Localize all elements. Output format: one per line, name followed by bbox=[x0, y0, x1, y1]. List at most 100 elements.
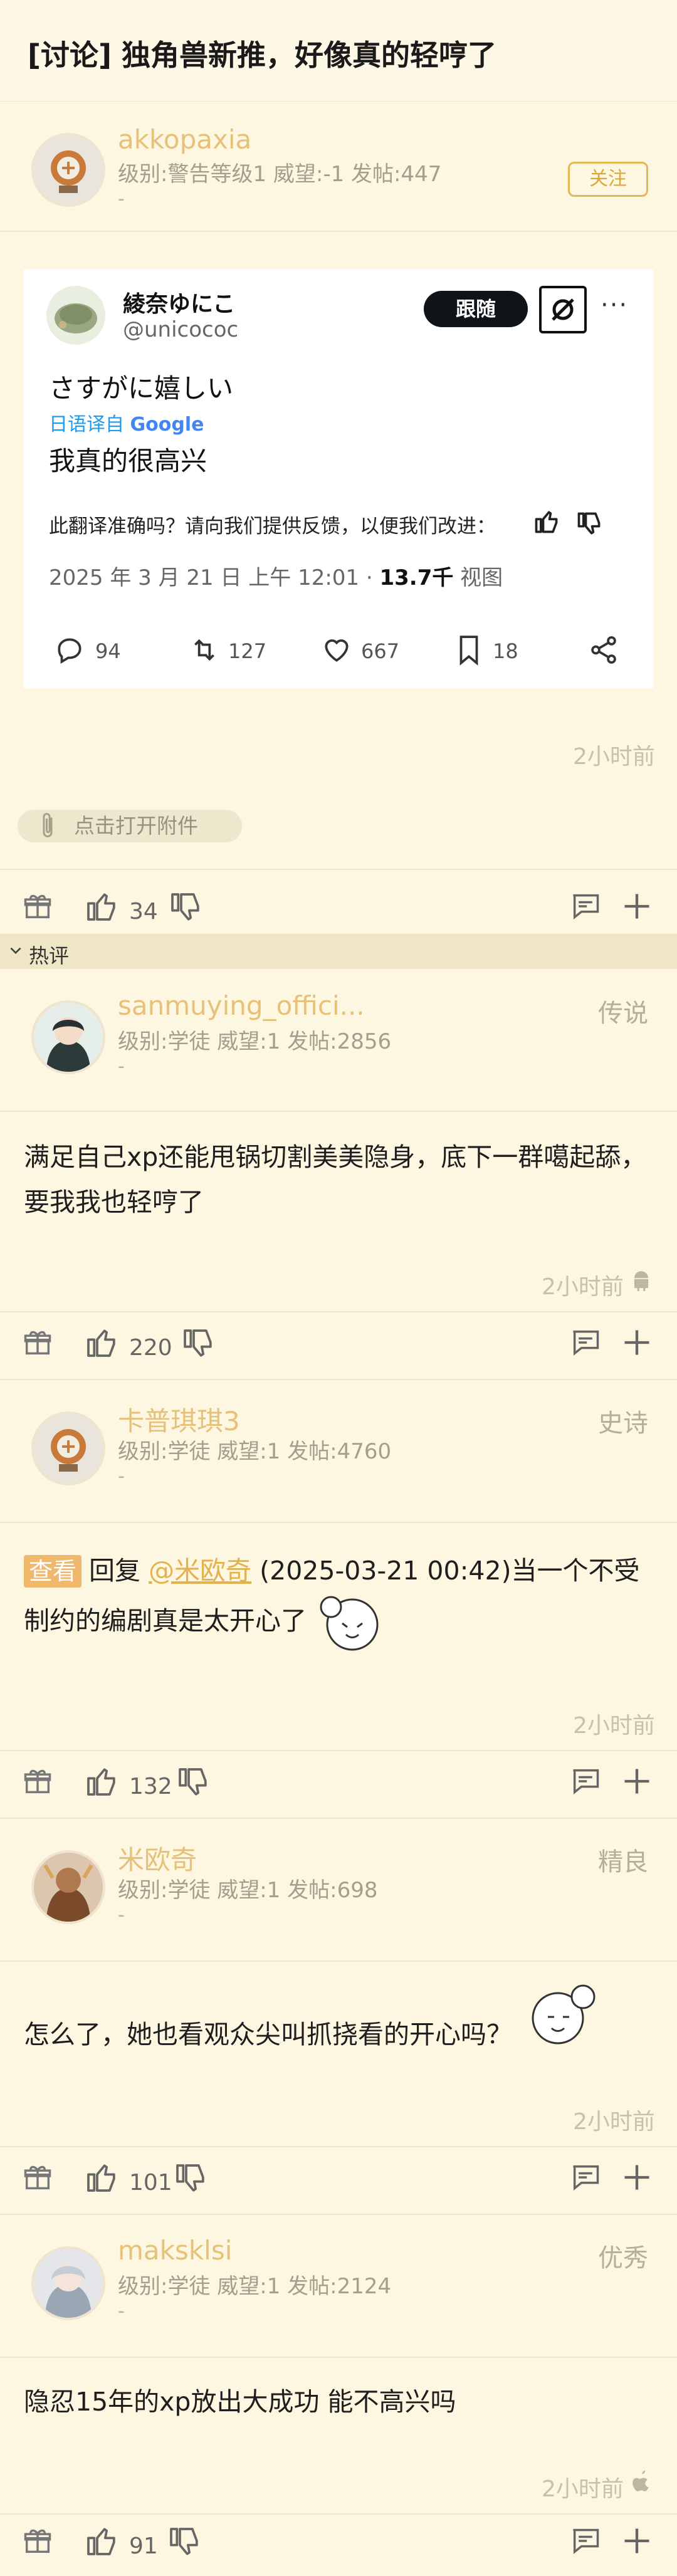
comment-icon[interactable] bbox=[569, 1326, 604, 1361]
gift-icon[interactable] bbox=[21, 2161, 56, 2196]
dislike-icon[interactable] bbox=[176, 1765, 211, 1800]
rank-badge: 传说 bbox=[598, 999, 648, 1028]
tweet-date: 2025 年 3 月 21 日 上午 12:01 · bbox=[49, 565, 380, 590]
page-title: [讨论] 独角兽新推，好像真的轻哼了 bbox=[28, 38, 497, 72]
dislike-icon[interactable] bbox=[181, 1326, 216, 1361]
grok-icon[interactable] bbox=[539, 286, 587, 333]
comment-icon[interactable] bbox=[569, 890, 604, 925]
thumbs-up-icon[interactable] bbox=[533, 508, 560, 538]
like-icon[interactable] bbox=[84, 889, 119, 924]
user-meta: 级别:警告等级1 威望:-1 发帖:447 bbox=[118, 162, 442, 187]
username[interactable]: maksklsi bbox=[118, 2235, 232, 2266]
like-icon[interactable] bbox=[84, 2160, 119, 2195]
google-logo: Google bbox=[130, 414, 204, 436]
gift-icon[interactable] bbox=[21, 1765, 56, 1800]
user-dash: - bbox=[118, 188, 125, 210]
user-dash: - bbox=[118, 1465, 125, 1487]
like-count: 91 bbox=[129, 2533, 158, 2559]
hot-comments-bar[interactable]: 热评 bbox=[0, 934, 677, 969]
avatar[interactable] bbox=[31, 1000, 105, 1074]
android-icon bbox=[629, 1269, 653, 1296]
username[interactable]: 卡普琪琪3 bbox=[118, 1400, 240, 1438]
attachment-button[interactable]: 点击打开附件 bbox=[18, 810, 242, 842]
comment-icon[interactable] bbox=[569, 1765, 604, 1800]
dislike-icon[interactable] bbox=[168, 890, 203, 925]
comment-time: 2小时前 bbox=[573, 1713, 655, 1739]
rank-badge: 精良 bbox=[598, 1848, 648, 1877]
user-meta: 级别:学徒 威望:1 发帖:2856 bbox=[118, 1029, 392, 1054]
tweet-card[interactable]: 綾奈ゆにこ @unicococ 跟随 ··· さすがに嬉しい 日语译自 Goog… bbox=[24, 270, 653, 688]
plus-icon[interactable] bbox=[621, 1326, 656, 1361]
divider bbox=[0, 231, 677, 232]
reply-prefix: 回复 bbox=[89, 1556, 141, 1586]
comment-text: 满足自己xp还能甩锅切割美美隐身，底下一群噶起舔，要我我也轻哼了 bbox=[24, 1142, 647, 1217]
user-meta: 级别:学徒 威望:1 发帖:2124 bbox=[118, 2274, 392, 2299]
username[interactable]: sanmuying_offici... bbox=[118, 990, 365, 1021]
divider bbox=[0, 1111, 677, 1112]
rank-badge: 史诗 bbox=[598, 1409, 648, 1438]
retweet-icon[interactable] bbox=[188, 634, 221, 668]
avatar[interactable] bbox=[31, 133, 105, 207]
like-icon[interactable] bbox=[84, 1764, 119, 1799]
retweet-count: 127 bbox=[228, 639, 267, 663]
gift-icon[interactable] bbox=[21, 890, 56, 925]
tweet-handle: @unicococ bbox=[123, 317, 239, 342]
translated-line: 日语译自 Google bbox=[49, 409, 204, 436]
dislike-icon[interactable] bbox=[167, 2525, 202, 2560]
tweet-avatar bbox=[46, 286, 105, 345]
like-heart-icon[interactable] bbox=[321, 634, 352, 668]
tweet-date-views: 2025 年 3 月 21 日 上午 12:01 · 13.7千 视图 bbox=[49, 560, 503, 591]
thumbs-down-icon[interactable] bbox=[575, 510, 603, 540]
tweet-text-zh: 我真的很高兴 bbox=[49, 446, 207, 476]
bookmark-icon[interactable] bbox=[455, 634, 483, 668]
title-bar: [讨论] 独角兽新推，好像真的轻哼了 bbox=[0, 0, 677, 102]
avatar[interactable] bbox=[31, 2246, 105, 2320]
sticker-image bbox=[522, 1978, 604, 2057]
sticker-image bbox=[312, 1588, 390, 1661]
rank-badge: 优秀 bbox=[598, 2244, 648, 2273]
comment-actions: 132 bbox=[0, 1750, 677, 1819]
attachment-label: 点击打开附件 bbox=[74, 814, 198, 838]
avatar[interactable] bbox=[31, 1411, 105, 1485]
divider bbox=[0, 1818, 677, 1819]
username[interactable]: akkopaxia bbox=[118, 124, 251, 155]
hot-label: 热评 bbox=[29, 944, 70, 968]
comment-icon[interactable] bbox=[569, 2525, 604, 2560]
comment-time: 2小时前 bbox=[573, 2109, 655, 2135]
plus-icon[interactable] bbox=[621, 1765, 656, 1800]
chevron-down-icon bbox=[8, 943, 24, 961]
reply-icon[interactable] bbox=[54, 634, 85, 668]
gift-icon[interactable] bbox=[21, 1326, 56, 1361]
gift-icon[interactable] bbox=[21, 2525, 56, 2560]
like-count: 667 bbox=[361, 639, 400, 663]
comment-actions: 220 bbox=[0, 1311, 677, 1380]
plus-icon[interactable] bbox=[621, 890, 656, 925]
like-icon[interactable] bbox=[84, 1325, 119, 1360]
divider bbox=[0, 1961, 677, 1962]
like-count: 132 bbox=[129, 1774, 172, 1799]
user-meta: 级别:学徒 威望:1 发帖:698 bbox=[118, 1878, 378, 1903]
tweet-follow-button[interactable]: 跟随 bbox=[424, 291, 528, 327]
like-icon[interactable] bbox=[84, 2523, 119, 2558]
user-dash: - bbox=[118, 1055, 125, 1077]
tweet-text-ja: さすがに嬉しい bbox=[49, 373, 234, 404]
follow-button[interactable]: 关注 bbox=[568, 162, 648, 197]
dislike-icon[interactable] bbox=[173, 2161, 208, 2196]
plus-icon[interactable] bbox=[621, 2525, 656, 2560]
mention-link[interactable]: @米欧奇 bbox=[149, 1556, 251, 1586]
tweet-views-count: 13.7千 bbox=[379, 565, 454, 590]
comment-time: 2小时前 bbox=[542, 1274, 624, 1300]
like-count: 101 bbox=[129, 2170, 172, 2196]
view-tag[interactable]: 查看 bbox=[24, 1555, 82, 1588]
divider bbox=[0, 2357, 677, 2358]
username[interactable]: 米欧奇 bbox=[118, 1839, 197, 1877]
share-icon[interactable] bbox=[588, 634, 619, 668]
translated-prefix: 日语译自 bbox=[49, 414, 124, 436]
avatar[interactable] bbox=[31, 1850, 105, 1924]
more-icon[interactable]: ··· bbox=[601, 291, 628, 320]
user-dash: - bbox=[118, 2300, 125, 2322]
tweet-display-name: 綾奈ゆにこ bbox=[123, 291, 236, 317]
tweet-views-label: 视图 bbox=[453, 565, 503, 590]
comment-icon[interactable] bbox=[569, 2161, 604, 2196]
plus-icon[interactable] bbox=[621, 2161, 656, 2196]
